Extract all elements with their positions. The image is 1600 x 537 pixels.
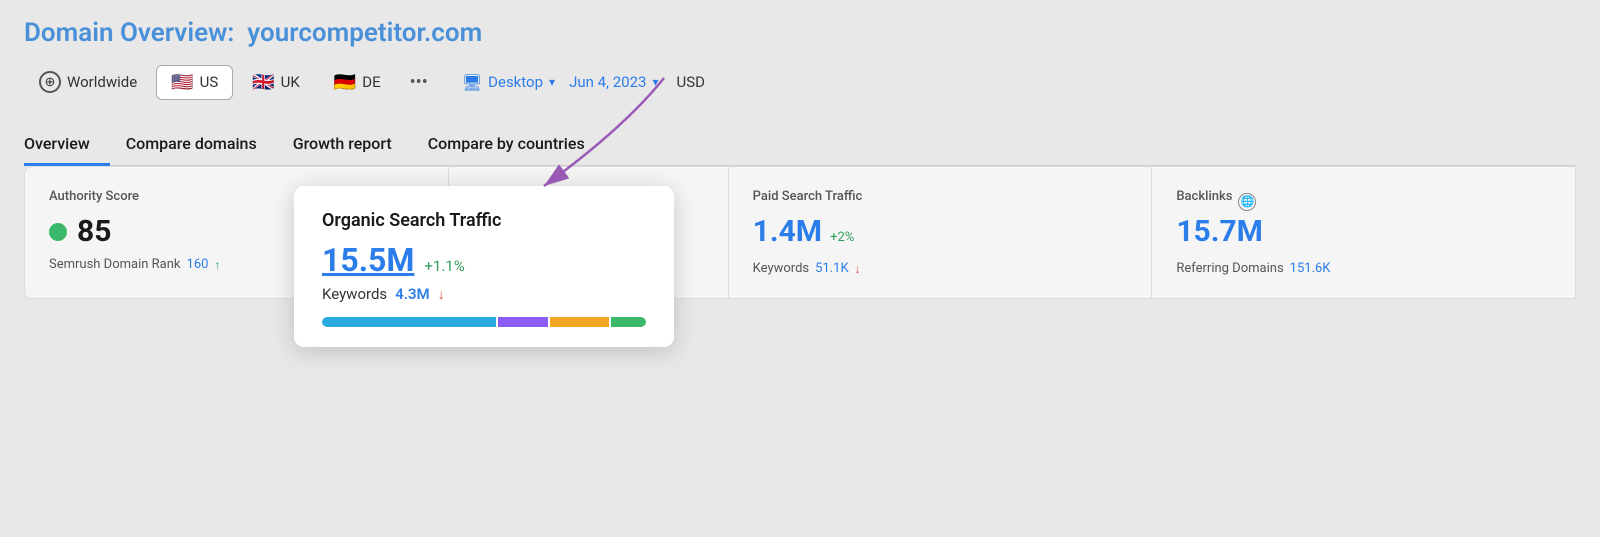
paid-search-change: +2% — [830, 230, 854, 245]
domain-name: yourcompetitor.com — [247, 18, 482, 48]
tooltip-keywords-label: Keywords — [322, 285, 387, 303]
tooltip-progress-bar — [322, 317, 646, 327]
filter-bar: ⊕ Worldwide 🇺🇸 US 🇬🇧 UK 🇩🇪 DE ••• 🖥 Desk… — [24, 64, 1576, 100]
domain-header: Domain Overview: yourcompetitor.com — [24, 18, 1576, 48]
currency-label: USD — [676, 73, 704, 91]
more-label: ••• — [410, 72, 428, 93]
date-label: Jun 4, 2023 — [569, 73, 646, 91]
de-label: DE — [362, 73, 380, 91]
tab-compare-domains[interactable]: Compare domains — [126, 124, 277, 165]
paid-keywords-trend-icon: ↓ — [855, 262, 861, 276]
us-label: US — [200, 73, 219, 91]
date-chevron-icon: ▾ — [652, 75, 658, 89]
tab-overview[interactable]: Overview — [24, 124, 110, 165]
paid-keywords-value: 51.1K — [815, 261, 849, 276]
progress-segment-yellow — [550, 317, 610, 327]
tooltip-value: 15.5M — [322, 241, 414, 279]
referring-domains-label: Referring Domains — [1176, 261, 1283, 276]
backlinks-label: Backlinks — [1176, 189, 1232, 204]
tooltip-keywords-trend-icon: ↓ — [438, 286, 445, 303]
paid-keywords-row: Keywords 51.1K ↓ — [753, 261, 1128, 276]
filter-desktop[interactable]: 🖥 Desktop ▾ — [462, 73, 555, 92]
tooltip-keywords-value: 4.3M — [395, 285, 430, 303]
tooltip-keywords-row: Keywords 4.3M ↓ — [322, 285, 646, 303]
paid-keywords-label: Keywords — [753, 261, 809, 276]
globe-icon: ⊕ — [39, 71, 61, 93]
progress-segment-blue — [322, 317, 496, 327]
cards-section: Authority Score 85 Semrush Domain Rank 1… — [24, 166, 1576, 299]
tooltip-change: +1.1% — [424, 257, 464, 275]
de-flag-icon: 🇩🇪 — [334, 72, 356, 93]
backlinks-value: 15.7M — [1176, 214, 1263, 249]
uk-label: UK — [281, 73, 300, 91]
backlinks-card: Backlinks 🌐 15.7M Referring Domains 151.… — [1152, 166, 1576, 299]
tooltip-title: Organic Search Traffic — [322, 210, 646, 231]
paid-search-card: Paid Search Traffic 1.4M +2% Keywords 51… — [729, 166, 1153, 299]
progress-segment-purple — [498, 317, 548, 327]
domain-rank-trend-icon: ↑ — [214, 258, 220, 272]
paid-search-label: Paid Search Traffic — [753, 189, 1128, 204]
filter-de[interactable]: 🇩🇪 DE — [319, 65, 396, 100]
domain-rank-value: 160 — [187, 257, 209, 272]
referring-domains-row: Referring Domains 151.6K — [1176, 261, 1551, 276]
filter-date[interactable]: Jun 4, 2023 ▾ — [569, 73, 658, 91]
backlinks-globe-icon: 🌐 — [1238, 193, 1256, 211]
title-prefix: Domain Overview: — [24, 18, 234, 48]
paid-search-value: 1.4M — [753, 214, 822, 249]
worldwide-label: Worldwide — [67, 73, 137, 91]
monitor-icon: 🖥 — [462, 73, 482, 92]
referring-domains-value: 151.6K — [1290, 261, 1331, 276]
tabs-bar: Overview Compare domains Growth report C… — [24, 124, 1576, 166]
filter-uk[interactable]: 🇬🇧 UK — [237, 65, 315, 100]
us-flag-icon: 🇺🇸 — [171, 72, 193, 93]
filter-more[interactable]: ••• — [400, 66, 438, 99]
progress-segment-green — [611, 317, 646, 327]
authority-dot-icon — [49, 223, 67, 241]
paid-search-value-row: 1.4M +2% — [753, 214, 1128, 253]
tooltip-value-row: 15.5M +1.1% — [322, 241, 646, 279]
domain-rank-label: Semrush Domain Rank — [49, 257, 181, 272]
tab-growth-report[interactable]: Growth report — [293, 124, 412, 165]
backlinks-label-row: Backlinks 🌐 — [1176, 189, 1551, 214]
uk-flag-icon: 🇬🇧 — [252, 72, 274, 93]
filter-worldwide[interactable]: ⊕ Worldwide — [24, 64, 152, 100]
page-title: Domain Overview: yourcompetitor.com — [24, 18, 482, 48]
desktop-label: Desktop — [488, 73, 543, 91]
filter-us[interactable]: 🇺🇸 US — [156, 65, 233, 100]
authority-score-value: 85 — [77, 214, 111, 249]
tab-compare-countries[interactable]: Compare by countries — [428, 124, 605, 165]
backlinks-value-row: 15.7M — [1176, 214, 1551, 253]
desktop-chevron-icon: ▾ — [549, 75, 555, 89]
organic-traffic-tooltip: Organic Search Traffic 15.5M +1.1% Keywo… — [294, 186, 674, 347]
